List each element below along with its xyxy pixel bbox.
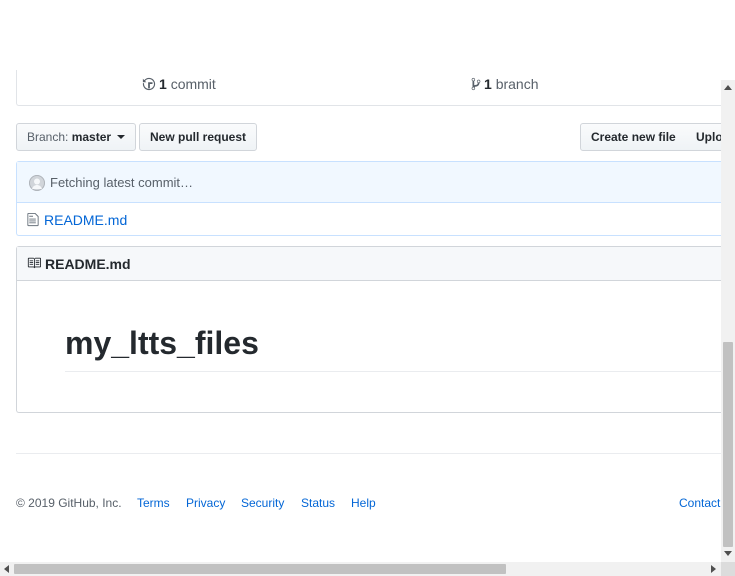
avatar <box>29 175 45 191</box>
scroll-up-arrow-icon[interactable] <box>724 85 732 90</box>
commit-tease: Fetching latest commit… <box>17 162 735 203</box>
commits-count: 1 <box>159 76 167 92</box>
footer-divider <box>16 453 721 454</box>
horizontal-scroll-thumb[interactable] <box>14 564 506 574</box>
chevron-down-icon <box>117 135 126 139</box>
commits-label: commit <box>170 76 216 92</box>
readme-title: my_ltts_files <box>65 323 735 372</box>
upload-files-label: Uplo <box>696 130 723 144</box>
history-icon <box>142 77 156 91</box>
vertical-scroll-thumb[interactable] <box>723 342 733 547</box>
new-pull-request-button[interactable]: New pull request <box>139 123 258 151</box>
footer-link-help[interactable]: Help <box>351 496 376 510</box>
scrollbar-corner <box>721 562 735 576</box>
footer-link-privacy[interactable]: Privacy <box>186 496 225 510</box>
readme-header: README.md <box>17 247 735 281</box>
branch-name: master <box>71 130 112 144</box>
branch-select-button[interactable]: Branch: master <box>16 123 137 151</box>
book-icon <box>27 257 41 269</box>
scroll-down-arrow-icon[interactable] <box>724 551 732 556</box>
repo-summary-bar: 1 commit 1 branch <box>16 70 735 106</box>
new-pull-request-label: New pull request <box>150 130 247 144</box>
commits-summary[interactable]: 1 commit <box>142 76 216 92</box>
create-new-file-label: Create new file <box>591 130 676 144</box>
scroll-right-arrow-icon[interactable] <box>711 565 716 573</box>
horizontal-scrollbar[interactable] <box>0 562 721 576</box>
branches-label: branch <box>495 76 539 92</box>
vertical-scrollbar[interactable] <box>721 80 735 562</box>
file-link-readme[interactable]: README.md <box>44 212 127 228</box>
branch-prefix: Branch: <box>27 130 69 144</box>
footer-link-status[interactable]: Status <box>301 496 335 510</box>
create-new-file-button[interactable]: Create new file <box>580 123 687 151</box>
footer-link-contact[interactable]: Contact <box>679 496 720 510</box>
readme-header-title: README.md <box>45 256 131 272</box>
branches-summary[interactable]: 1 branch <box>471 76 539 92</box>
scroll-left-arrow-icon[interactable] <box>4 565 9 573</box>
footer-copyright: © 2019 GitHub, Inc. <box>16 496 122 510</box>
file-icon <box>27 212 39 227</box>
branch-icon <box>471 77 481 91</box>
commit-tease-text: Fetching latest commit… <box>50 175 194 190</box>
footer-link-terms[interactable]: Terms <box>137 496 170 510</box>
file-row[interactable]: README.md <box>17 203 735 236</box>
branches-count: 1 <box>484 76 492 92</box>
avatar-placeholder-icon <box>29 175 45 191</box>
file-browser: Fetching latest commit… README.md <box>16 161 735 236</box>
readme-box: README.md my_ltts_files <box>16 246 735 413</box>
footer-link-security[interactable]: Security <box>241 496 284 510</box>
